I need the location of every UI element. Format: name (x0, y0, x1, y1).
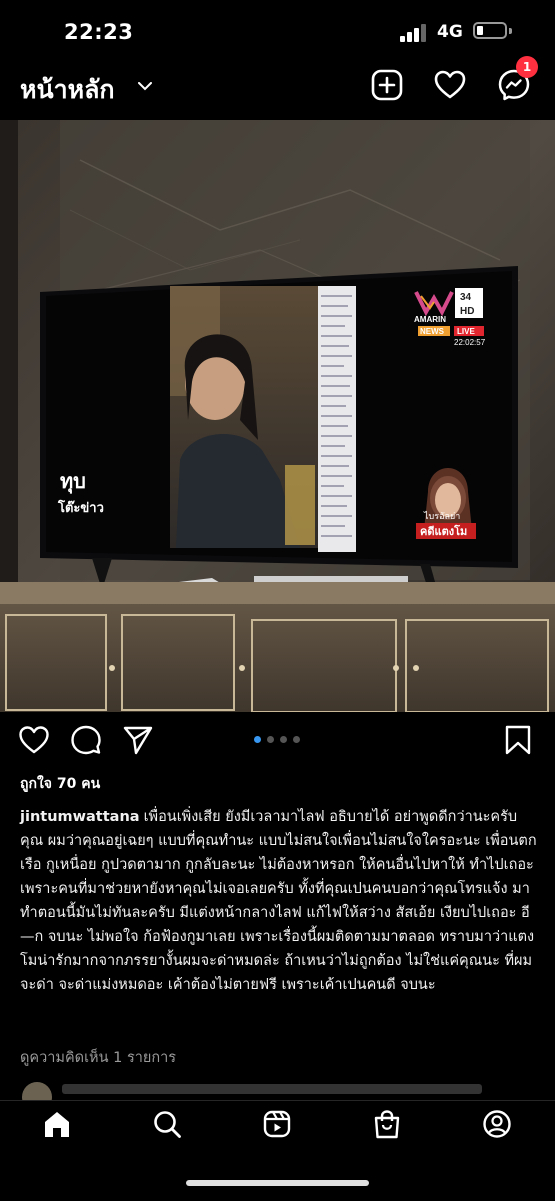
like-count[interactable]: ถูกใจ 70 คน (20, 773, 100, 795)
plus-square-icon[interactable] (370, 68, 404, 102)
bookmark-icon[interactable] (502, 724, 534, 756)
heart-icon[interactable] (18, 724, 50, 756)
post-image[interactable]: AMARIN 34 HD NEWS LIVE 22:02:57 ทุบ โต๊ะ… (0, 120, 555, 712)
post-caption: jintumwattana เพื่อนเพิ่งเสีย ยังมีเวลามา… (20, 805, 540, 997)
network-type: 4G (437, 22, 463, 42)
app-header: หน้าหลัก (0, 62, 555, 114)
cell-signal-icon (400, 24, 430, 42)
post-username[interactable]: jintumwattana (20, 809, 140, 825)
home-icon[interactable] (42, 1109, 72, 1139)
status-time: 22:23 (64, 20, 134, 44)
svg-text:LIVE: LIVE (457, 327, 475, 336)
home-indicator[interactable] (186, 1180, 369, 1186)
search-icon[interactable] (152, 1109, 182, 1139)
svg-text:โต๊ะข่าว: โต๊ะข่าว (57, 499, 104, 516)
status-bar: 22:23 4G (0, 0, 555, 62)
profile-icon[interactable] (482, 1109, 512, 1139)
post-actions (0, 720, 555, 760)
tv-photo: AMARIN 34 HD NEWS LIVE 22:02:57 ทุบ โต๊ะ… (0, 120, 555, 712)
svg-text:ทุบ: ทุบ (60, 469, 86, 494)
svg-text:NEWS: NEWS (420, 327, 445, 336)
svg-text:ไบรอัลย่า: ไบรอัลย่า (423, 511, 460, 522)
chevron-down-icon[interactable] (138, 82, 152, 91)
svg-text:คดีแตงโม: คดีแตงโม (420, 524, 467, 538)
battery-icon (473, 22, 507, 39)
caption-text: เพื่อนเพิ่งเสีย ยังมีเวลามาไลฟ อธิบายได้… (20, 809, 537, 993)
svg-text:34: 34 (460, 292, 472, 303)
comment-preview (22, 1080, 532, 1100)
send-icon[interactable] (122, 724, 154, 756)
comment-icon[interactable] (70, 724, 102, 756)
view-comments-link[interactable]: ดูความคิดเห็น 1 รายการ (20, 1046, 176, 1069)
svg-text:HD: HD (460, 306, 474, 317)
comment-preview-text (62, 1084, 482, 1094)
feed-title[interactable]: หน้าหลัก (20, 70, 115, 110)
reels-icon[interactable] (262, 1109, 292, 1139)
tv-channel-name: AMARIN (414, 315, 446, 324)
shop-icon[interactable] (372, 1109, 402, 1139)
svg-text:22:02:57: 22:02:57 (454, 338, 486, 347)
notification-badge: 1 (516, 56, 538, 78)
heart-icon[interactable] (433, 68, 467, 102)
carousel-indicator (254, 736, 304, 744)
avatar (22, 1082, 52, 1100)
battery-cap (509, 28, 512, 34)
